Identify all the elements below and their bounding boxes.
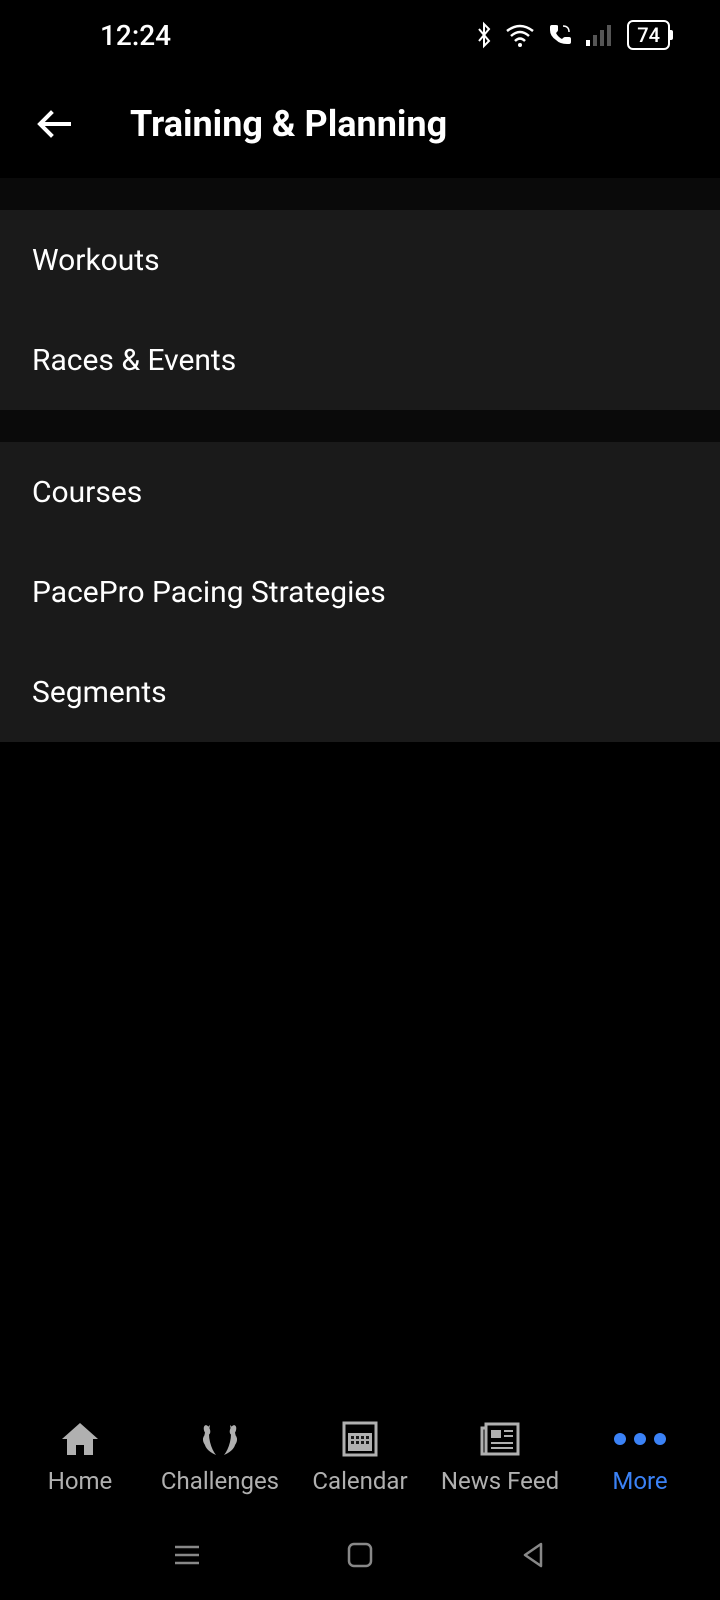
- nav-label: Home: [48, 1467, 113, 1495]
- phone-icon: [547, 22, 573, 48]
- signal-icon: [585, 23, 615, 47]
- system-back-button[interactable]: [508, 1530, 558, 1580]
- section-gap: [0, 178, 720, 210]
- wifi-icon: [505, 23, 535, 47]
- home-icon: [60, 1419, 100, 1459]
- section-1: Workouts Races & Events: [0, 210, 720, 410]
- bottom-nav: Home Challenges: [0, 1404, 720, 1510]
- system-recent-button[interactable]: [162, 1530, 212, 1580]
- section-gap: [0, 410, 720, 442]
- nav-label: Calendar: [312, 1467, 407, 1495]
- list-item-races-events[interactable]: Races & Events: [0, 310, 720, 410]
- nav-newsfeed[interactable]: News Feed: [430, 1419, 570, 1495]
- system-nav: [0, 1510, 720, 1600]
- square-icon: [345, 1540, 375, 1570]
- nav-label: More: [612, 1467, 667, 1495]
- triangle-left-icon: [519, 1540, 547, 1570]
- list-item-label: Segments: [32, 675, 167, 710]
- content: Workouts Races & Events Courses PacePro …: [0, 178, 720, 742]
- list-item-pacepro[interactable]: PacePro Pacing Strategies: [0, 542, 720, 642]
- header: Training & Planning: [0, 70, 720, 178]
- menu-icon: [171, 1541, 203, 1569]
- section-2: Courses PacePro Pacing Strategies Segmen…: [0, 442, 720, 742]
- arrow-left-icon: [34, 103, 76, 145]
- list-item-label: PacePro Pacing Strategies: [32, 575, 386, 610]
- system-home-button[interactable]: [335, 1530, 385, 1580]
- list-item-label: Courses: [32, 475, 142, 510]
- nav-label: News Feed: [441, 1467, 559, 1495]
- list-item-label: Races & Events: [32, 343, 236, 378]
- battery-level: 74: [637, 23, 660, 47]
- page-title: Training & Planning: [130, 103, 447, 145]
- status-icons: 74: [475, 20, 670, 50]
- status-bar: 12:24: [0, 0, 720, 70]
- status-time: 12:24: [100, 19, 171, 52]
- nav-challenges[interactable]: Challenges: [150, 1419, 290, 1495]
- list-item-label: Workouts: [32, 243, 160, 278]
- list-item-segments[interactable]: Segments: [0, 642, 720, 742]
- back-button[interactable]: [30, 99, 80, 149]
- battery-icon: 74: [627, 20, 670, 50]
- nav-home[interactable]: Home: [10, 1419, 150, 1495]
- nav-more[interactable]: More: [570, 1419, 710, 1495]
- list-item-courses[interactable]: Courses: [0, 442, 720, 542]
- list-item-workouts[interactable]: Workouts: [0, 210, 720, 310]
- news-icon: [478, 1419, 522, 1459]
- calendar-icon: [340, 1419, 380, 1459]
- laurel-icon: [198, 1419, 242, 1459]
- nav-calendar[interactable]: Calendar: [290, 1419, 430, 1495]
- more-icon: [614, 1419, 666, 1459]
- bluetooth-icon: [475, 21, 493, 49]
- nav-label: Challenges: [161, 1467, 279, 1495]
